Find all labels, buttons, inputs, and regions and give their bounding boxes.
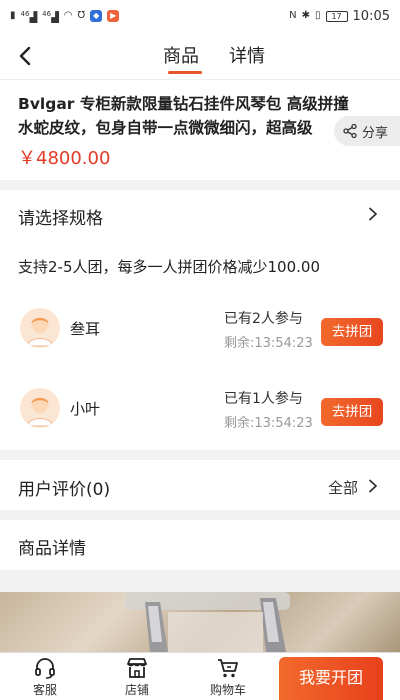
review-title: 用户评价(0) (18, 480, 111, 500)
play-app-icon: ▶ (107, 9, 120, 22)
group-leader-name: 叁耳 (70, 320, 101, 338)
group-buy-rule: 支持2-5人团，每多一人拼团价格减少100.00 (18, 258, 320, 276)
tab-detail[interactable]: 详情 (229, 42, 265, 68)
avatar (20, 308, 60, 348)
group-row: 小叶 已有1人参与 剩余:13:54:23 去拼团 (0, 374, 400, 444)
bag-photo (125, 592, 290, 652)
review-all-link[interactable]: 全部 (328, 477, 358, 498)
bluetooth-icon: ✱ (301, 10, 311, 21)
group-remaining-time: 剩余:13:54:23 (224, 416, 313, 431)
wifi-icon: ◠ (63, 9, 73, 21)
customer-service-button[interactable]: 客服 (15, 653, 75, 700)
chevron-right-icon[interactable] (366, 479, 380, 493)
store-icon (127, 658, 147, 678)
active-tab-indicator (168, 71, 202, 74)
start-group-button[interactable]: 我要开团 (279, 657, 383, 700)
cart-icon (218, 659, 238, 678)
tab-goods[interactable]: 商品 (163, 42, 199, 68)
share-button[interactable]: 分享 (334, 116, 400, 146)
battery-icon: 17 (325, 10, 348, 22)
review-row[interactable]: 用户评价(0) 全部 (0, 460, 400, 510)
user-avatar-icon (20, 388, 60, 428)
product-info: Bvlgar 专柜新款限量钻石挂件风琴包 高级拼撞水蛇皮纹，包身自带一点微微细闪… (0, 80, 400, 180)
cart-label: 购物车 (209, 683, 246, 697)
join-group-button[interactable]: 去拼团 (321, 318, 383, 346)
share-icon (343, 123, 357, 139)
store-label: 店铺 (124, 683, 149, 697)
top-nav: 商品 详情 (0, 32, 400, 80)
avatar (20, 388, 60, 428)
share-label: 分享 (362, 125, 389, 141)
group-joined-count: 已有1人参与 (224, 391, 303, 407)
group-leader-name: 小叶 (70, 400, 101, 418)
spec-section: 请选择规格 支持2-5人团，每多一人拼团价格减少100.00 叁耳 已有2人参与… (0, 190, 400, 450)
store-button[interactable]: 店铺 (107, 653, 167, 700)
product-title: Bvlgar 专柜新款限量钻石挂件风琴包 高级拼撞水蛇皮纹，包身自带一点微微细闪… (18, 95, 349, 137)
signal-icon-1: 46▟ (20, 9, 38, 24)
headset-icon (35, 658, 55, 679)
group-remaining-time: 剩余:13:54:23 (224, 336, 313, 351)
status-time: 10:05 (352, 8, 390, 24)
product-price: ￥4800.00 (18, 148, 111, 169)
chevron-right-icon[interactable] (366, 207, 380, 221)
bottom-action-bar: 客服 店铺 购物车 我要开团 (0, 652, 400, 700)
vibrate-icon: ▯ (315, 10, 321, 21)
product-detail-image (0, 592, 400, 652)
group-row: 叁耳 已有2人参与 剩余:13:54:23 去拼团 (0, 294, 400, 364)
customer-service-label: 客服 (32, 683, 57, 697)
sim-icon: ▮ (10, 9, 16, 21)
back-arrow-icon[interactable] (12, 42, 40, 70)
product-detail-title: 商品详情 (18, 539, 86, 559)
group-joined-count: 已有2人参与 (224, 311, 303, 327)
spec-select-row[interactable]: 请选择规格 (18, 204, 103, 229)
cart-button[interactable]: 购物车 (198, 653, 258, 700)
signal-icon-2: 46▟ (42, 9, 59, 24)
shield-app-icon: ◆ (90, 9, 103, 22)
user-avatar-icon (20, 308, 60, 348)
app-notification-icon: Ʊ (77, 9, 86, 21)
join-group-button[interactable]: 去拼团 (321, 398, 383, 426)
status-bar: ▮ 46▟ 46▟ ◠ Ʊ ◆ ▶ N ✱ ▯ 17 10:05 (0, 0, 400, 32)
nfc-icon: N (289, 10, 297, 21)
product-detail-section: 商品详情 (0, 520, 400, 570)
